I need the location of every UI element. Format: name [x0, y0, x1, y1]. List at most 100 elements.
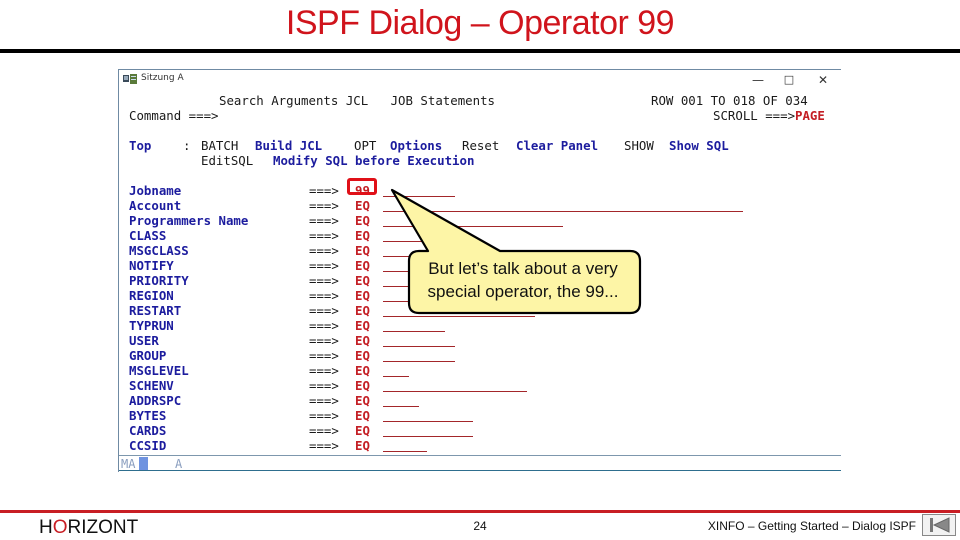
cmd-show-key[interactable]: SHOW [624, 138, 654, 153]
minimize-button[interactable]: — [744, 71, 772, 89]
value-input[interactable] [383, 198, 743, 212]
field-arrow: ===> [309, 408, 339, 423]
value-input-underline [383, 436, 473, 437]
operator-input[interactable]: EQ [355, 363, 370, 378]
window-title: Sitzung A [141, 73, 184, 83]
cmd-opt-key[interactable]: OPT [354, 138, 376, 153]
logo-rest: RIZONT [67, 517, 139, 538]
command-label: Command ===> [129, 108, 219, 123]
field-label: GROUP [129, 348, 167, 363]
value-input[interactable] [383, 228, 431, 242]
horizont-logo: HORIZONT [39, 517, 138, 539]
value-input-underline [383, 361, 455, 362]
value-input-underline [383, 211, 743, 212]
operator-input[interactable]: EQ [355, 348, 370, 363]
operator-input[interactable]: EQ [355, 393, 370, 408]
cmd-batch-key[interactable]: BATCH [201, 138, 238, 153]
field-label: BYTES [129, 408, 167, 423]
operator-99-highlight [347, 178, 377, 195]
cmd-show-desc: Show SQL [669, 138, 729, 153]
value-input[interactable] [383, 363, 409, 377]
field-arrow: ===> [309, 393, 339, 408]
panel-heading: Search Arguments JCL JOB Statements [219, 93, 496, 108]
field-label: PRIORITY [129, 273, 189, 288]
field-label: TYPRUN [129, 318, 174, 333]
callout-line-1: But let’s talk about a very [428, 259, 618, 278]
value-input[interactable] [383, 393, 419, 407]
page-number: 24 [473, 519, 487, 533]
title-divider [0, 49, 960, 53]
field-arrow: ===> [309, 288, 339, 303]
slide-title: ISPF Dialog – Operator 99 [285, 4, 675, 42]
status-indicator: MA [121, 457, 136, 471]
operator-input[interactable]: EQ [355, 273, 370, 288]
cmd-editsql-desc: Modify SQL before Execution [273, 153, 475, 168]
operator-input[interactable]: EQ [355, 333, 370, 348]
value-input-underline [383, 391, 527, 392]
field-label: REGION [129, 288, 174, 303]
callout-text: But let’s talk about a very special oper… [406, 257, 640, 303]
field-label: CCSID [129, 438, 167, 453]
field-arrow: ===> [309, 198, 339, 213]
operator-input[interactable]: EQ [355, 198, 370, 213]
field-label: Account [129, 198, 182, 213]
operator-input[interactable]: EQ [355, 423, 370, 438]
logo-h: H [39, 517, 53, 538]
cmd-reset-key[interactable]: Reset [462, 138, 499, 153]
field-arrow: ===> [309, 318, 339, 333]
command-input[interactable] [227, 108, 707, 122]
value-input-underline [383, 241, 431, 242]
value-input-underline [383, 406, 419, 407]
footer-divider [0, 510, 960, 513]
cmd-batch-desc: Build JCL [255, 138, 323, 153]
document-title: XINFO – Getting Started – Dialog ISPF [707, 519, 916, 533]
operator-input[interactable]: EQ [355, 408, 370, 423]
first-slide-button[interactable] [922, 514, 956, 536]
value-input[interactable] [383, 438, 427, 452]
value-input[interactable] [383, 408, 473, 422]
value-input[interactable] [383, 348, 455, 362]
operator-input[interactable]: EQ [355, 288, 370, 303]
field-arrow: ===> [309, 273, 339, 288]
value-input-underline [383, 331, 445, 332]
top-label: Top [129, 138, 152, 153]
field-label: Jobname [129, 183, 182, 198]
value-input[interactable] [383, 213, 563, 227]
value-input[interactable] [383, 423, 473, 437]
operator-input[interactable]: EQ [355, 228, 370, 243]
operator-input[interactable]: EQ [355, 258, 370, 273]
field-arrow: ===> [309, 348, 339, 363]
field-arrow: ===> [309, 243, 339, 258]
scroll-label: SCROLL ===> [713, 108, 796, 123]
operator-input[interactable]: EQ [355, 438, 370, 453]
value-input[interactable] [383, 303, 535, 317]
field-arrow: ===> [309, 258, 339, 273]
operator-input[interactable]: EQ [355, 378, 370, 393]
value-input[interactable] [383, 318, 445, 332]
operator-input[interactable]: EQ [355, 213, 370, 228]
value-input-underline [383, 346, 455, 347]
field-arrow: ===> [309, 363, 339, 378]
value-input-underline [383, 376, 409, 377]
value-input[interactable] [383, 183, 455, 197]
maximize-button[interactable]: □ [775, 71, 803, 89]
top-separator: : [183, 138, 191, 153]
scroll-value-input[interactable]: PAGE [795, 108, 825, 123]
window-titlebar[interactable]: Sitzung A — □ ✕ [119, 70, 841, 90]
operator-input[interactable]: EQ [355, 318, 370, 333]
value-input[interactable] [383, 243, 431, 257]
operator-input[interactable]: EQ [355, 243, 370, 258]
field-label: MSGCLASS [129, 243, 189, 258]
value-input[interactable] [383, 378, 527, 392]
value-input-underline [383, 316, 535, 317]
close-button[interactable]: ✕ [809, 71, 837, 89]
field-arrow: ===> [309, 378, 339, 393]
cmd-editsql-key[interactable]: EditSQL [201, 153, 253, 168]
value-input-underline [383, 226, 563, 227]
field-label: CLASS [129, 228, 167, 243]
logo-o: O [52, 517, 68, 538]
operator-input[interactable]: EQ [355, 303, 370, 318]
field-arrow: ===> [309, 228, 339, 243]
value-input[interactable] [383, 333, 455, 347]
field-arrow: ===> [309, 213, 339, 228]
